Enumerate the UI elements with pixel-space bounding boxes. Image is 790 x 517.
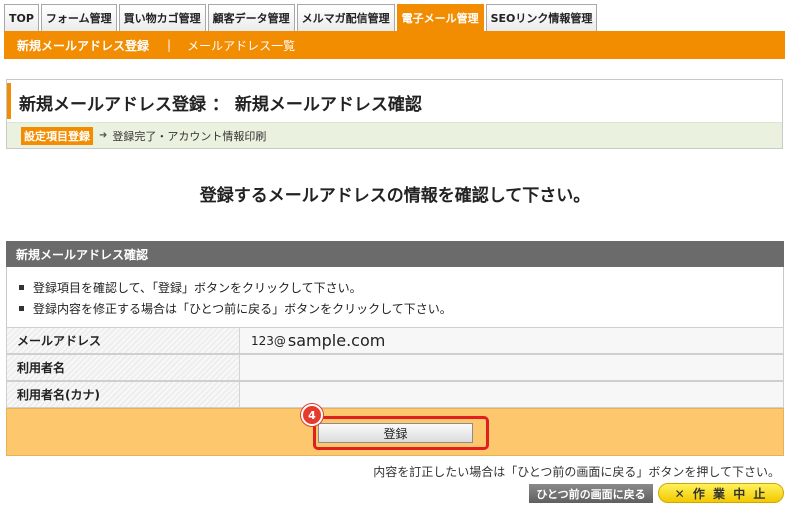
field-value-user-name bbox=[240, 355, 783, 380]
field-row-user-name: 利用者名 bbox=[6, 354, 784, 381]
tab-email-management[interactable]: 電子メール管理 bbox=[396, 4, 484, 31]
page-title: 新規メールアドレス登録 ： 新規メールアドレス確認 bbox=[19, 95, 422, 115]
field-value-email: 123@ sample.com bbox=[240, 328, 783, 353]
field-row-user-name-kana: 利用者名(カナ) bbox=[6, 381, 784, 408]
back-button[interactable]: ひとつ前の画面に戻る bbox=[529, 484, 653, 503]
subnav-email-list-link[interactable]: メールアドレス一覧 bbox=[187, 37, 295, 54]
cancel-work-button[interactable]: ✕ 作 業 中 止 bbox=[658, 483, 784, 503]
tab-seo-link[interactable]: SEOリンク情報管理 bbox=[485, 4, 598, 31]
instruction-text: 登録内容を修正する場合は「ひとつ前に戻る」ボタンをクリックして下さい。 bbox=[33, 302, 452, 316]
email-domain: sample.com bbox=[287, 331, 386, 350]
bullet-icon bbox=[19, 285, 24, 290]
tab-top[interactable]: TOP bbox=[4, 4, 39, 31]
bullet-icon bbox=[19, 306, 24, 311]
register-button[interactable]: 登録 bbox=[318, 423, 473, 443]
step-next: 登録完了・アカウント情報印刷 bbox=[112, 129, 267, 143]
field-value-user-name-kana bbox=[240, 382, 783, 407]
title-accent-bar bbox=[7, 83, 11, 119]
email-local-part: 123@ bbox=[251, 333, 286, 348]
section-header: 新規メールアドレス確認 bbox=[6, 241, 784, 267]
page-title-box: 新規メールアドレス登録 ： 新規メールアドレス確認 設定項目登録 ➜ 登録完了・… bbox=[6, 79, 783, 149]
instruction-list: 登録項目を確認して、「登録」ボタンをクリックして下さい。 登録内容を修正する場合… bbox=[6, 267, 784, 327]
field-label-email: メールアドレス bbox=[7, 328, 240, 353]
instruction-text: 登録項目を確認して、「登録」ボタンをクリックして下さい。 bbox=[33, 281, 362, 295]
confirm-message: 登録するメールアドレスの情報を確認して下さい。 bbox=[199, 186, 591, 206]
footer-note: 内容を訂正したい場合は「ひとつ前の画面に戻る」ボタンを押して下さい。 bbox=[373, 465, 780, 479]
instruction-item: 登録項目を確認して、「登録」ボタンをクリックして下さい。 bbox=[19, 279, 783, 296]
instruction-item: 登録内容を修正する場合は「ひとつ前に戻る」ボタンをクリックして下さい。 bbox=[19, 300, 783, 317]
tab-cart-management[interactable]: 買い物カゴ管理 bbox=[118, 4, 206, 31]
tab-newsletter[interactable]: メルマガ配信管理 bbox=[296, 4, 395, 31]
field-label-user-name: 利用者名 bbox=[7, 355, 240, 380]
main-tabs: TOP フォーム管理 買い物カゴ管理 顧客データ管理 メルマガ配信管理 電子メー… bbox=[4, 4, 599, 31]
field-label-user-name-kana: 利用者名(カナ) bbox=[7, 382, 240, 407]
step-current: 設定項目登録 bbox=[21, 126, 93, 145]
sub-navigation: 新規メールアドレス登録 | メールアドレス一覧 bbox=[4, 31, 785, 59]
step-number-badge: 4 bbox=[301, 404, 323, 426]
step-indicator: 設定項目登録 ➜ 登録完了・アカウント情報印刷 bbox=[7, 122, 782, 148]
tab-customer-data[interactable]: 顧客データ管理 bbox=[207, 4, 295, 31]
subnav-separator: | bbox=[167, 38, 172, 52]
tab-form-management[interactable]: フォーム管理 bbox=[40, 4, 117, 31]
subnav-current: 新規メールアドレス登録 bbox=[17, 38, 150, 53]
submit-area: 登録 4 bbox=[6, 404, 784, 456]
arrow-right-icon: ➜ bbox=[99, 130, 108, 141]
field-row-email: メールアドレス 123@ sample.com bbox=[6, 327, 784, 354]
